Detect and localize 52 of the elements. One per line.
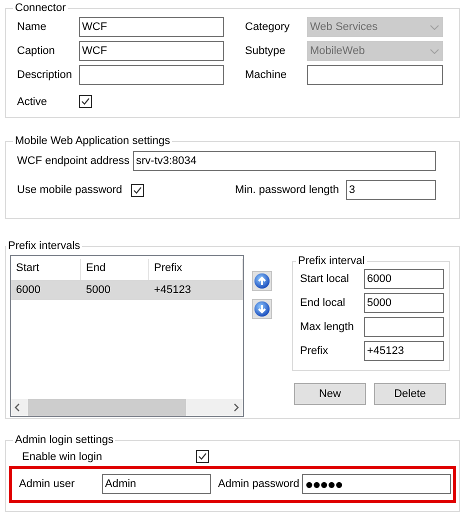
input-field[interactable]: WCF: [79, 41, 224, 61]
checkbox[interactable]: [79, 95, 92, 108]
field-label: Use mobile password: [17, 184, 124, 196]
horizontal-scrollbar[interactable]: [11, 399, 243, 416]
action-button[interactable]: Delete: [374, 383, 446, 405]
group-title: Admin login settings: [14, 433, 114, 447]
input-field[interactable]: +45123: [364, 341, 444, 361]
field-label: Category: [245, 21, 291, 33]
input-field[interactable]: WCF: [79, 17, 224, 37]
table-cell-text: 6000: [15, 284, 42, 296]
input-field[interactable]: 5000: [364, 293, 444, 313]
group-title: Connector: [14, 1, 67, 15]
table-cell-text: +45123: [153, 284, 192, 296]
field-label: Start local: [300, 273, 350, 285]
field-label: Admin password: [218, 478, 300, 490]
arrow-down-icon: [254, 301, 270, 317]
chevron-down-icon: [430, 48, 439, 54]
input-field[interactable]: [307, 65, 443, 85]
field-label: Min. password length: [235, 184, 340, 196]
field-label: Description: [17, 69, 74, 81]
group-title: Prefix intervals: [7, 239, 82, 253]
input-field[interactable]: 6000: [364, 269, 444, 289]
checkbox[interactable]: [196, 450, 209, 463]
scroll-thumb[interactable]: [28, 399, 186, 416]
table-cell-text: 5000: [85, 284, 112, 296]
checkbox[interactable]: [131, 184, 144, 196]
input-field[interactable]: srv-tv3:8034: [133, 151, 436, 171]
field-label: End local: [300, 297, 346, 309]
move-down-button[interactable]: [252, 299, 272, 319]
field-label: Active: [17, 96, 48, 108]
field-label: Max length: [300, 321, 355, 333]
field-label: Prefix: [300, 345, 330, 357]
group-title: Mobile Web Application settings: [14, 134, 172, 148]
field-label: Subtype: [245, 45, 286, 57]
field-label: WCF endpoint address: [17, 155, 130, 167]
arrow-up-icon: [254, 273, 270, 289]
group-title: Prefix interval: [297, 254, 366, 268]
field-label: Enable win login: [22, 450, 104, 462]
move-up-button[interactable]: [252, 271, 272, 291]
intervals-table[interactable]: Start End Prefix 6000 5000 +45123: [10, 255, 244, 417]
chevron-down-icon: [430, 24, 439, 30]
field-label: Caption: [17, 45, 56, 57]
table-row[interactable]: 6000 5000 +45123: [11, 280, 243, 300]
field-label: Name: [17, 21, 48, 33]
action-button[interactable]: New: [294, 383, 366, 405]
input-field[interactable]: Admin: [102, 474, 211, 494]
input-field[interactable]: 3: [346, 180, 436, 200]
field-label: Admin user: [19, 478, 76, 490]
input-field[interactable]: [364, 317, 444, 337]
input-field[interactable]: [79, 65, 224, 85]
field-label: Machine: [245, 69, 288, 81]
password-field[interactable]: ●●●●●: [302, 474, 451, 494]
